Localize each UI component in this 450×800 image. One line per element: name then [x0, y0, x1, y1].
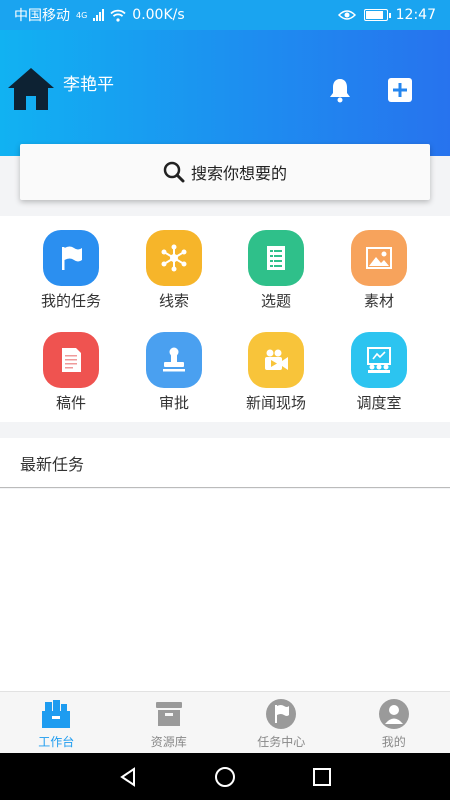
tab-label: 工作台 [38, 735, 75, 749]
grid-item-label: 选题 [260, 292, 291, 310]
grid-item-label: 我的任务 [40, 292, 101, 310]
grid-item-my-tasks[interactable]: 我的任务 [21, 230, 121, 311]
task-flag-icon [265, 698, 297, 730]
clock: 12:47 [395, 7, 436, 23]
flag-icon [43, 230, 99, 286]
tab-label: 资源库 [150, 735, 187, 749]
image-icon [351, 230, 407, 286]
recent-tasks-title: 最新任务 [20, 454, 85, 474]
wifi-icon [110, 9, 126, 22]
grid-item-topics[interactable]: 选题 [226, 230, 326, 311]
back-icon[interactable] [114, 763, 142, 791]
home-icon[interactable] [6, 66, 56, 112]
grid-item-manuscripts[interactable]: 稿件 [21, 332, 121, 413]
grid-item-approval[interactable]: 审批 [124, 332, 224, 413]
network-speed: 0.00K/s [132, 7, 185, 23]
grid-item-label: 素材 [363, 292, 394, 310]
recent-tasks-list [0, 489, 450, 691]
network-icon [146, 230, 202, 286]
grid-item-news-scene[interactable]: 新闻现场 [226, 332, 326, 413]
recents-square-icon[interactable] [308, 763, 336, 791]
meeting-icon [351, 332, 407, 388]
bell-icon[interactable] [326, 76, 354, 104]
grid-item-label: 新闻现场 [245, 394, 306, 412]
workbench-icon [40, 698, 72, 730]
grid-item-label: 审批 [158, 394, 189, 412]
home-circle-icon[interactable] [211, 763, 239, 791]
grid-item-label: 线索 [158, 292, 189, 310]
carrier-label: 中国移动 [14, 8, 70, 24]
list-doc-icon [248, 230, 304, 286]
network-type-label: 4G [76, 11, 88, 20]
search-icon [163, 161, 185, 183]
bottom-navigation: 工作台 资源库 任务中心 我的 [0, 691, 450, 753]
document-icon [43, 332, 99, 388]
user-avatar-icon [378, 698, 410, 730]
stamp-icon [146, 332, 202, 388]
archive-box-icon [153, 698, 185, 730]
tab-resources[interactable]: 资源库 [113, 692, 226, 753]
feature-grid: 我的任务 线索 选题 素材 稿件 审批 新闻现场 调度室 [0, 216, 450, 422]
tab-label: 任务中心 [257, 735, 306, 749]
tab-label: 我的 [381, 735, 406, 749]
grid-item-materials[interactable]: 素材 [329, 230, 429, 311]
grid-item-label: 调度室 [356, 394, 402, 412]
grid-item-label: 稿件 [55, 394, 86, 412]
battery-icon [363, 9, 391, 21]
grid-item-dispatch-room[interactable]: 调度室 [329, 332, 429, 413]
tab-me[interactable]: 我的 [338, 692, 450, 753]
system-navigation-bar [0, 753, 450, 800]
status-bar: 中国移动 4G 0.00K/s 12:47 [0, 0, 450, 30]
tab-workbench[interactable]: 工作台 [0, 692, 113, 753]
video-camera-icon [248, 332, 304, 388]
add-icon[interactable] [388, 78, 412, 102]
app-header: 李艳平 [0, 30, 450, 156]
recent-tasks-header: 最新任务 [0, 438, 450, 488]
signal-icon [93, 9, 105, 21]
search-placeholder: 搜索你想要的 [190, 164, 287, 183]
tab-task-center[interactable]: 任务中心 [225, 692, 338, 753]
eye-icon [337, 10, 356, 20]
search-bar[interactable]: 搜索你想要的 [20, 144, 430, 200]
grid-item-clues[interactable]: 线索 [124, 230, 224, 311]
username: 李艳平 [63, 75, 114, 95]
